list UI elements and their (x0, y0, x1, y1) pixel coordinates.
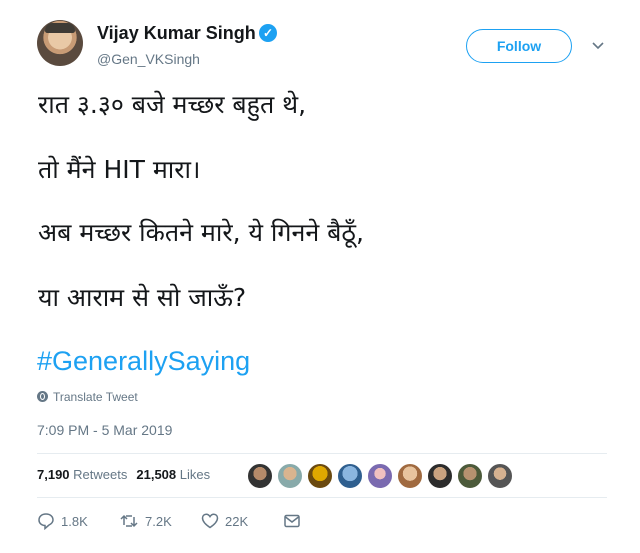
tweet-text-line-1: रात ३.३० बजे मच्छर बहुत थे, (38, 90, 307, 119)
heart-icon (201, 513, 219, 529)
retweet-icon (120, 514, 138, 528)
tweet-text-line-4: या आराम से सो जाऊँ? (38, 283, 247, 312)
reply-count: 1.8K (61, 514, 88, 529)
reply-button[interactable]: 1.8K (37, 512, 88, 531)
tweet-text-line-2: तो मैंने HIT मारा। (38, 155, 201, 184)
reply-icon (38, 513, 54, 531)
retweets-label: Retweets (73, 467, 128, 482)
user-handle[interactable]: @Gen_VKSingh (97, 51, 200, 67)
tweet-text-line-3: अब मच्छर कितने मारे, ये गिनने बैठूँ, (38, 218, 364, 247)
liker-avatar[interactable] (337, 463, 363, 489)
liker-avatar[interactable] (457, 463, 483, 489)
user-display-name[interactable]: Vijay Kumar Singh (97, 23, 256, 44)
divider (37, 453, 607, 454)
retweets-stat[interactable]: 7,190 Retweets (37, 467, 127, 482)
likes-label: Likes (179, 467, 211, 482)
liker-avatar[interactable] (487, 463, 513, 489)
verified-badge-icon: ✓ (259, 24, 277, 42)
liker-avatar[interactable] (397, 463, 423, 489)
liker-avatar[interactable] (307, 463, 333, 489)
liker-avatar[interactable] (427, 463, 453, 489)
divider (37, 497, 607, 498)
tweet-stats: 7,190 Retweets 21,508 Likes (37, 467, 210, 482)
likes-stat[interactable]: 21,508 Likes (136, 467, 210, 482)
likes-count: 21,508 (136, 467, 177, 482)
liker-avatar[interactable] (247, 463, 273, 489)
retweet-button[interactable]: 7.2K (119, 512, 172, 530)
liker-avatar[interactable] (367, 463, 393, 489)
tweet-timestamp[interactable]: 7:09 PM - 5 Mar 2019 (37, 422, 172, 438)
follow-button[interactable]: Follow (466, 29, 572, 63)
translate-label: Translate Tweet (53, 390, 138, 404)
envelope-icon (284, 514, 300, 528)
chevron-down-icon[interactable] (590, 37, 606, 53)
direct-message-button[interactable] (283, 512, 307, 530)
retweet-count: 7.2K (145, 514, 172, 529)
globe-icon (37, 391, 48, 402)
tweet-card: Vijay Kumar Singh ✓ @Gen_VKSingh Follow … (0, 0, 640, 553)
translate-tweet-button[interactable]: Translate Tweet (37, 390, 138, 404)
user-avatar[interactable] (37, 20, 83, 66)
liker-avatar[interactable] (277, 463, 303, 489)
like-count: 22K (225, 514, 249, 529)
like-button[interactable]: 22K (201, 512, 248, 530)
retweets-count: 7,190 (37, 467, 70, 482)
hashtag-link[interactable]: #GenerallySaying (37, 346, 250, 377)
